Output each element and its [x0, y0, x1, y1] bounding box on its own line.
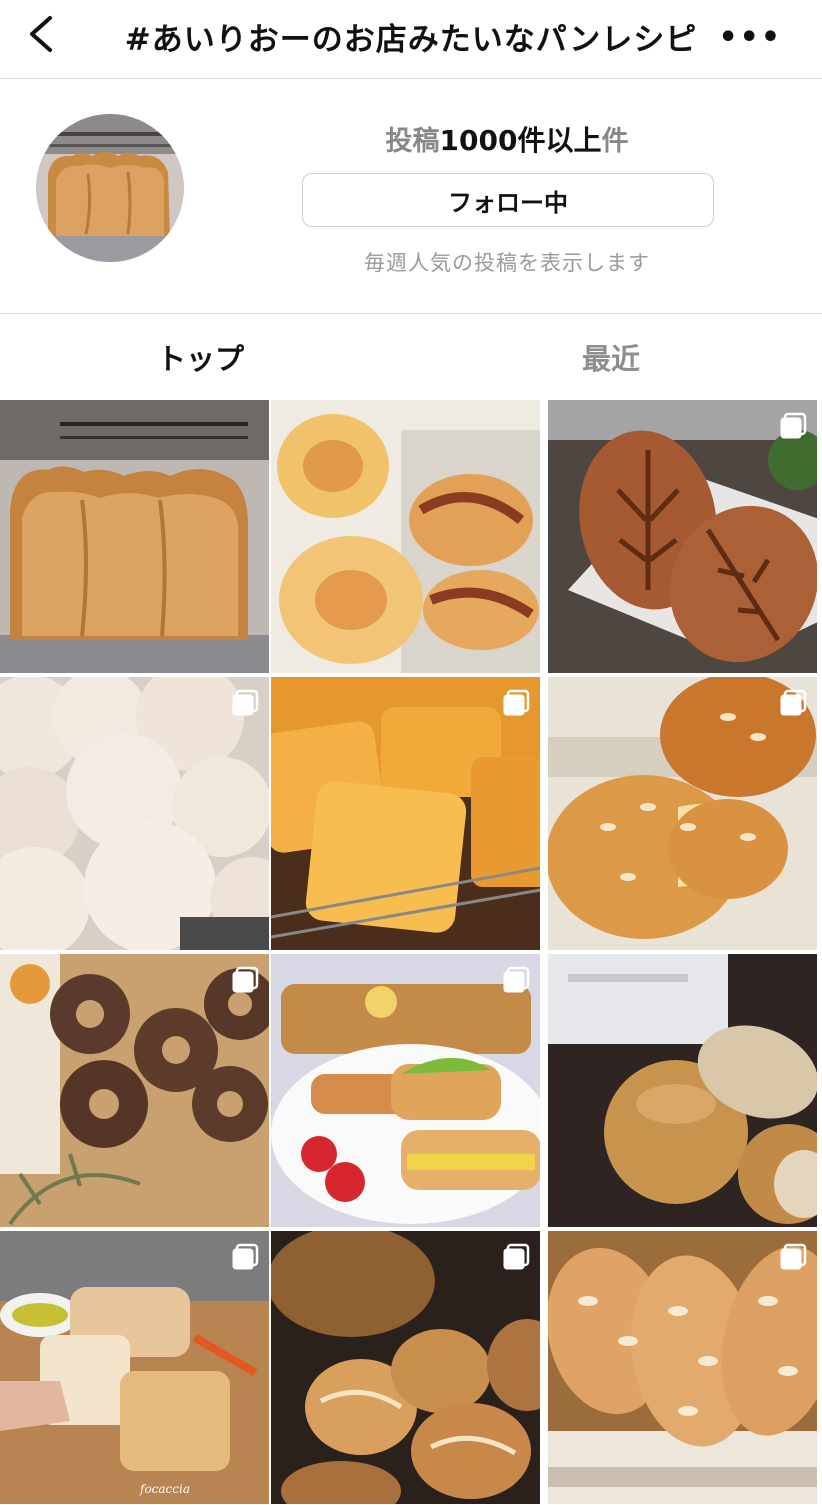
multiple-images-icon — [232, 689, 259, 716]
crusty-rolls-post[interactable] — [271, 1231, 540, 1504]
leaf-fougasse-post[interactable] — [548, 400, 817, 673]
almond-loaves-post[interactable] — [548, 1231, 817, 1504]
multiple-images-icon — [780, 1243, 807, 1270]
hashtag-avatar — [36, 114, 184, 262]
post-grid: focaccia — [0, 400, 822, 1505]
post-tabs: トップ 最近 — [0, 314, 822, 398]
post-count-suffix: 件 — [601, 126, 629, 157]
white-rolls-post[interactable] — [0, 677, 269, 950]
post-count-value: 1000件以上 — [439, 124, 602, 157]
post-count: 投稿1000件以上件 — [300, 119, 714, 159]
weekly-popular-hint: 毎週人気の投稿を表示します — [364, 251, 650, 275]
golden-cubes-post[interactable] — [271, 677, 540, 950]
back-arrow-icon[interactable] — [22, 12, 66, 56]
multiple-images-icon — [780, 412, 807, 439]
multiple-images-icon — [232, 966, 259, 993]
multiple-images-icon — [232, 1243, 259, 1270]
following-button[interactable]: フォロー中 — [302, 173, 714, 227]
tab-top[interactable]: トップ — [157, 336, 244, 378]
loaf-bread-post[interactable] — [0, 400, 269, 673]
chocolate-donut-post[interactable] — [0, 954, 269, 1227]
sandwich-plate-post[interactable] — [271, 954, 540, 1227]
multiple-images-icon — [503, 689, 530, 716]
twisted-bread-post[interactable] — [271, 400, 540, 673]
multiple-images-icon — [780, 689, 807, 716]
more-options-icon[interactable]: ••• — [718, 20, 782, 55]
top-navigation-bar: #あいりおーのお店みたいなパンレシピ ••• — [0, 0, 822, 79]
multiple-images-icon — [503, 1243, 530, 1270]
almond-bun-post[interactable] — [548, 677, 817, 950]
round-bread-post[interactable] — [548, 954, 817, 1227]
tab-recent[interactable]: 最近 — [582, 336, 640, 378]
hashtag-profile: 投稿1000件以上件 フォロー中 毎週人気の投稿を表示します — [0, 79, 822, 314]
focaccia-caption: focaccia — [139, 1482, 190, 1496]
multiple-images-icon — [503, 966, 530, 993]
post-count-prefix: 投稿 — [385, 126, 440, 157]
focaccia-post[interactable]: focaccia — [0, 1231, 269, 1504]
hashtag-title: #あいりおーのお店みたいなパンレシピ — [124, 22, 698, 58]
